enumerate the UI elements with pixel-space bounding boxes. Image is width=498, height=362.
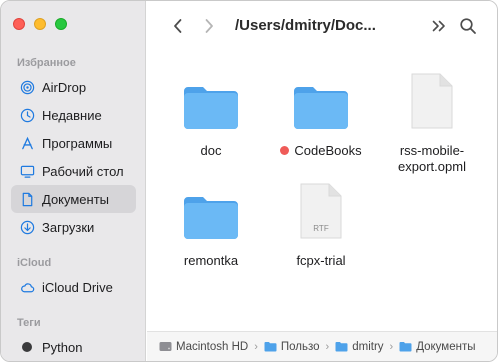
toolbar-overflow-button[interactable] xyxy=(429,16,449,36)
sidebar-item-label: iCloud Drive xyxy=(42,279,113,295)
path-crumb-documents[interactable]: Документы xyxy=(399,341,475,353)
sidebar-item-recents[interactable]: Недавние xyxy=(11,101,136,129)
sidebar-item-icloud-drive[interactable]: iCloud Drive xyxy=(11,273,136,301)
file-item-doc[interactable]: doc xyxy=(156,67,266,159)
file-name: doc xyxy=(200,143,222,158)
double-chevron-icon xyxy=(432,20,445,32)
file-item-codebooks[interactable]: CodeBooks xyxy=(266,67,376,159)
path-separator-icon: › xyxy=(254,340,258,353)
cloud-icon xyxy=(19,279,35,295)
window-path-title: /Users/dmitry/Doc... xyxy=(235,17,376,34)
desktop-icon xyxy=(19,163,35,179)
file-item-remontka[interactable]: remontka xyxy=(156,177,266,269)
folder-icon xyxy=(179,177,243,241)
file-item-fcpx-trial[interactable]: RTF fcpx-trial xyxy=(266,177,376,269)
sidebar-item-airdrop[interactable]: AirDrop xyxy=(11,73,136,101)
path-bar: Macintosh HD › Пользо › dmitry › Докумен… xyxy=(147,331,497,361)
folder-icon xyxy=(399,342,412,352)
search-icon xyxy=(460,18,476,34)
zoom-window-button[interactable] xyxy=(55,18,67,30)
airdrop-icon xyxy=(19,79,35,95)
applications-icon xyxy=(19,135,35,151)
folder-icon xyxy=(264,342,277,352)
file-name: CodeBooks xyxy=(280,143,362,159)
sidebar-item-documents[interactable]: Документы xyxy=(11,185,136,213)
finder-window: Избранное AirDrop Недавние Программы Раб… xyxy=(0,0,498,362)
file-item-rss-export[interactable]: rss-mobile-export.opml xyxy=(377,67,487,175)
tag-dot-icon xyxy=(22,342,32,352)
sidebar-section-tags: Теги xyxy=(17,317,41,329)
sidebar-item-label: Программы xyxy=(42,135,113,151)
path-crumb-users[interactable]: Пользо xyxy=(264,341,320,353)
file-name: fcpx-trial xyxy=(296,253,346,268)
search-button[interactable] xyxy=(457,15,479,37)
sidebar-item-label: Загрузки xyxy=(42,219,95,235)
sidebar-item-label: Рабочий стол xyxy=(42,163,124,179)
red-tag-icon xyxy=(280,146,290,155)
path-separator-icon: › xyxy=(389,340,394,353)
file-grid: doc CodeBooks rss-mobile-export.opml rem… xyxy=(147,53,497,331)
sidebar-item-downloads[interactable]: Загрузки xyxy=(11,213,136,241)
back-button[interactable] xyxy=(167,15,189,37)
generic-file-icon xyxy=(400,67,464,131)
sidebar-item-label: Недавние xyxy=(42,107,102,123)
disk-icon xyxy=(159,342,172,351)
sidebar-section-favorites: Избранное xyxy=(17,57,76,69)
file-name: rss-mobile-export.opml xyxy=(398,143,466,174)
chevron-right-icon xyxy=(205,19,213,33)
sidebar-item-label: Документы xyxy=(42,191,110,207)
forward-button[interactable] xyxy=(198,15,220,37)
path-crumb-macintosh-hd[interactable]: Macintosh HD xyxy=(159,341,248,353)
sidebar-item-tag-python[interactable]: Python xyxy=(11,333,136,361)
sidebar: Избранное AirDrop Недавние Программы Раб… xyxy=(1,1,146,361)
path-crumb-dmitry[interactable]: dmitry xyxy=(335,341,384,353)
sidebar-item-label: Python xyxy=(42,339,83,355)
download-icon xyxy=(19,219,35,235)
sidebar-section-icloud: iCloud xyxy=(17,257,52,269)
sidebar-item-applications[interactable]: Программы xyxy=(11,129,136,157)
sidebar-item-desktop[interactable]: Рабочий стол xyxy=(11,157,136,185)
minimize-window-button[interactable] xyxy=(34,18,46,30)
window-controls xyxy=(13,18,67,30)
rtf-file-icon: RTF xyxy=(289,177,353,241)
folder-icon xyxy=(179,67,243,131)
close-window-button[interactable] xyxy=(13,18,25,30)
folder-icon xyxy=(289,67,353,131)
rtf-badge: RTF xyxy=(313,224,329,233)
path-separator-icon: › xyxy=(325,340,330,353)
document-icon xyxy=(19,191,35,207)
toolbar: /Users/dmitry/Doc... xyxy=(147,1,497,53)
chevron-left-icon xyxy=(174,19,182,33)
folder-icon xyxy=(335,342,348,352)
clock-icon xyxy=(19,107,35,123)
file-name: remontka xyxy=(183,253,239,268)
sidebar-item-label: AirDrop xyxy=(42,79,87,95)
